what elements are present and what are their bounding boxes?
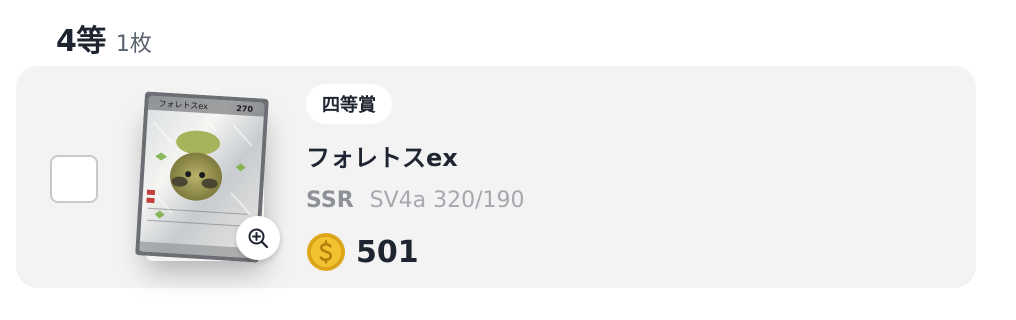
card-name: フォレトスex	[306, 144, 458, 172]
section-header: 4等 1枚	[56, 16, 152, 60]
item-info: 四等賞 フォレトスex SSR SV4a 320/190 501	[306, 84, 926, 274]
grade-title: 4等	[56, 24, 106, 59]
rarity-label: SSR	[306, 188, 354, 213]
grade-count: 1枚	[115, 32, 152, 57]
prize-badge: 四等賞	[306, 84, 392, 124]
prize-item-row: フォレトスex 270 四等賞 フォレトスex SSR SV4a 320/190…	[16, 66, 976, 288]
zoom-button[interactable]	[236, 216, 280, 260]
price-row: 501	[306, 232, 419, 272]
card-meta: SSR SV4a 320/190	[306, 188, 525, 213]
set-code: SV4a 320/190	[369, 188, 525, 213]
zoom-in-icon	[248, 228, 269, 249]
select-checkbox[interactable]	[50, 155, 98, 203]
price-value: 501	[356, 234, 419, 270]
card-hp-text: 270	[236, 104, 254, 114]
coin-icon	[307, 233, 345, 271]
